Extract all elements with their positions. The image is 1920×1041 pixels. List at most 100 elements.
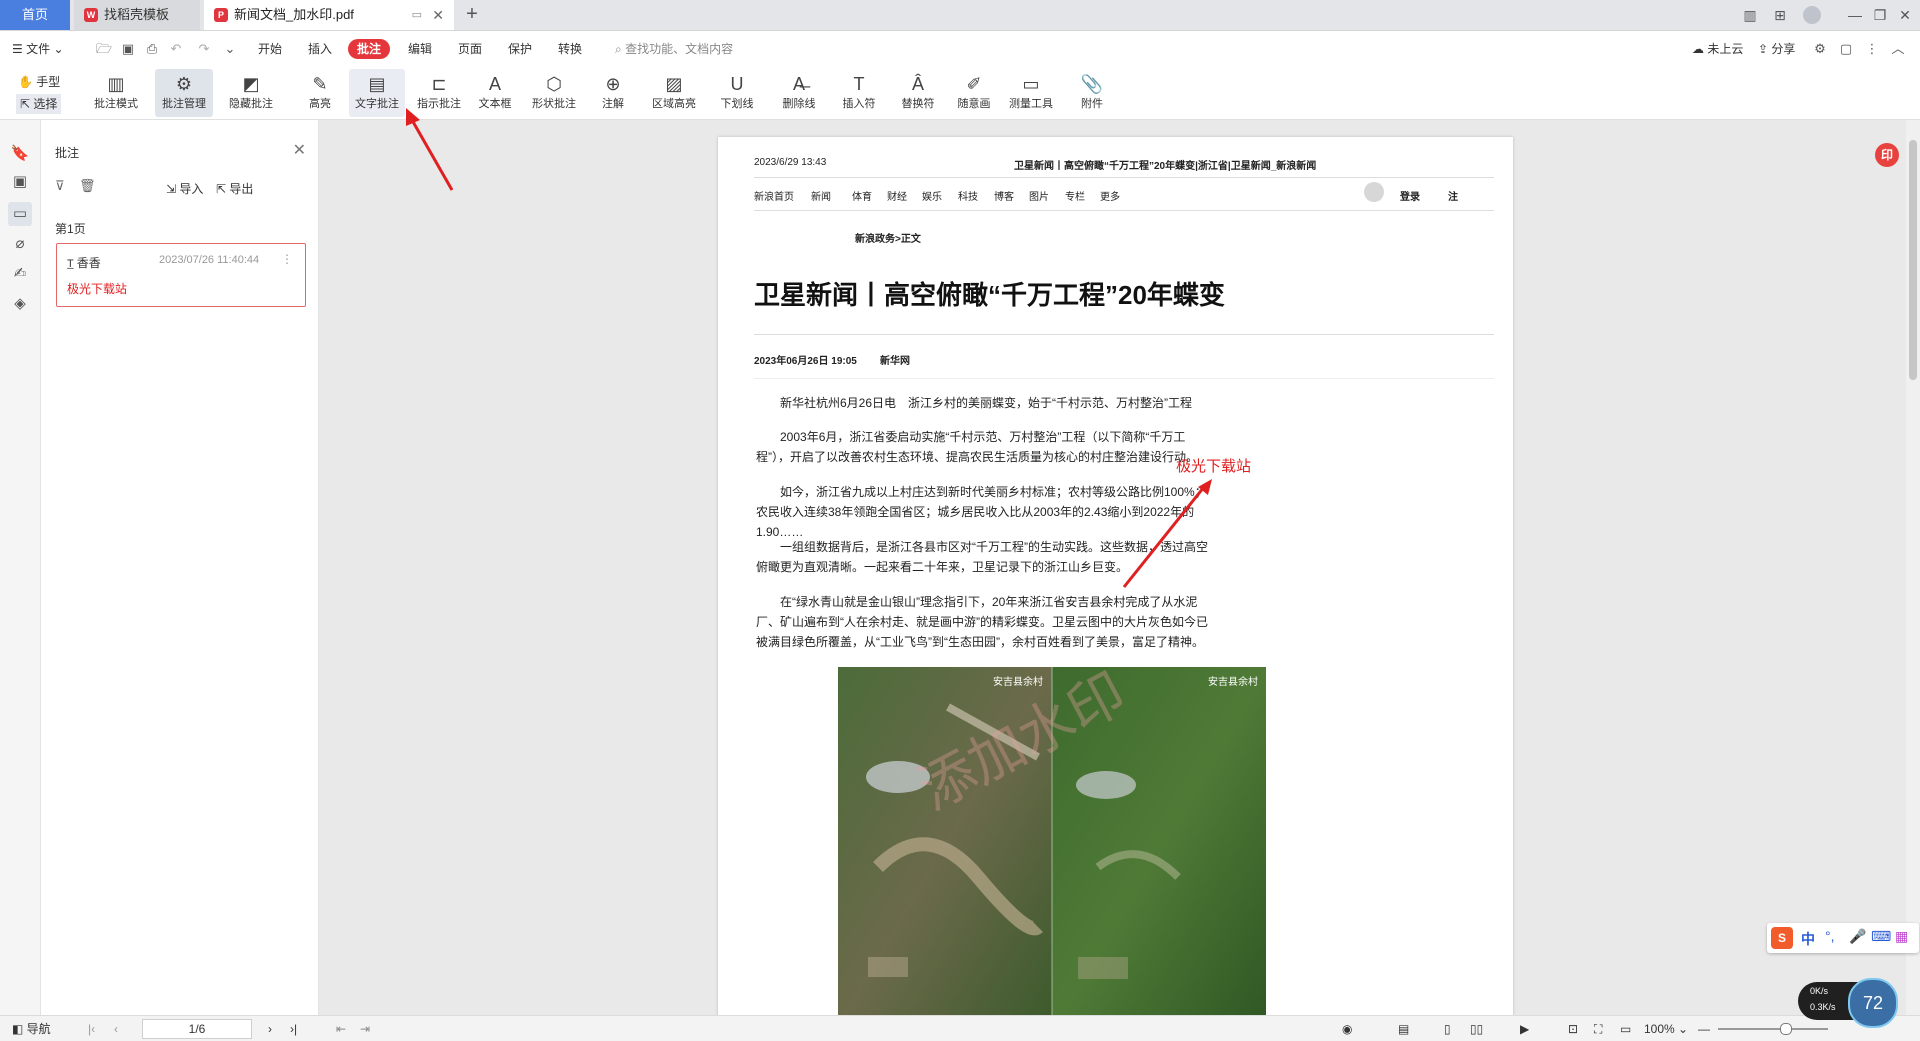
seal-button[interactable]: 印 <box>1875 143 1899 167</box>
textbox-button[interactable]: A 文本框 <box>470 69 520 117</box>
prev-page-icon[interactable]: ‹ <box>114 1020 118 1038</box>
annotation-card[interactable]: T̲ 香香 2023/07/26 11:40:44 ⋮ 极光下载站 <box>56 243 306 307</box>
eye-protect-icon[interactable]: ◉ <box>1342 1020 1352 1038</box>
strikethrough-button[interactable]: A̶ 删除线 <box>774 69 824 117</box>
two-page-icon[interactable]: ▯▯ <box>1470 1020 1483 1038</box>
search-input[interactable]: ⌕ 查找功能、文档内容 <box>615 39 733 59</box>
play-icon[interactable]: ▶ <box>1520 1020 1529 1038</box>
nav-item[interactable]: 专栏 <box>1065 188 1085 203</box>
tab-pin-icon[interactable]: ▭ <box>412 0 422 30</box>
import-button[interactable]: ⇲ 导入 <box>166 180 203 197</box>
fit-page-icon[interactable]: ⛶ <box>1594 1020 1602 1038</box>
zoom-slider-handle[interactable] <box>1780 1023 1792 1035</box>
insert-caret-button[interactable]: T 插入符 <box>834 69 884 117</box>
select-tool[interactable]: ⇱ 选择 <box>16 94 62 114</box>
underline-button[interactable]: U 下划线 <box>712 69 762 117</box>
nav-item[interactable]: 更多 <box>1100 188 1120 203</box>
zoom-slider[interactable] <box>1718 1028 1828 1030</box>
hand-tool[interactable]: ✋ 手型 <box>18 72 60 92</box>
note-button[interactable]: ⊕ 注解 <box>590 69 636 117</box>
share-button[interactable]: ⇪ 分享 <box>1758 39 1795 59</box>
navigation-toggle[interactable]: ◧ 导航 <box>12 1020 51 1038</box>
fit-width-icon[interactable]: ▭ <box>1620 1020 1631 1038</box>
nav-item[interactable]: 新浪首页 <box>754 188 794 203</box>
avatar[interactable] <box>1364 182 1384 202</box>
nav-item[interactable]: 新闻 <box>811 188 831 203</box>
menu-annotate[interactable]: 批注 <box>348 39 391 59</box>
cloud-status[interactable]: ☁ 未上云 <box>1692 39 1743 59</box>
tab-home[interactable]: 首页 <box>0 0 70 30</box>
register-link[interactable]: 注 <box>1448 188 1458 203</box>
open-folder-icon[interactable]: 🗁 <box>96 41 112 57</box>
filter-icon[interactable]: ⊽ <box>55 178 65 194</box>
signature-icon[interactable]: ✍ <box>8 262 32 286</box>
hide-annotation-button[interactable]: ◩ 隐藏批注 <box>222 69 280 117</box>
replace-caret-button[interactable]: Â 替换符 <box>892 69 944 117</box>
skin-icon[interactable]: ▦ <box>1895 928 1908 945</box>
more-icon[interactable]: ⋮ <box>281 252 293 266</box>
avatar[interactable] <box>1797 0 1827 30</box>
menu-insert[interactable]: 插入 <box>308 39 332 59</box>
zoom-select[interactable]: 100% ⌄ <box>1644 1020 1688 1038</box>
more-icon[interactable]: ⋮ <box>1864 41 1880 57</box>
zoom-out-icon[interactable]: — <box>1698 1020 1710 1038</box>
nav-item[interactable]: 科技 <box>958 188 978 203</box>
quick-access-dropdown-icon[interactable]: ⌄ <box>222 41 238 57</box>
scrollbar-thumb[interactable] <box>1909 140 1917 380</box>
collapse-ribbon-icon[interactable]: ︿ <box>1890 41 1906 57</box>
window-close-icon[interactable]: ✕ <box>1890 0 1920 30</box>
highlight-button[interactable]: ✎ 高亮 <box>296 69 344 117</box>
comment-icon[interactable]: ▢ <box>1838 41 1854 57</box>
punctuation-icon[interactable]: °, <box>1825 928 1835 944</box>
actual-size-icon[interactable]: ⊡ <box>1568 1020 1578 1038</box>
next-page-icon[interactable]: › <box>268 1020 272 1038</box>
microphone-icon[interactable]: 🎤 <box>1849 928 1866 945</box>
continuous-page-icon[interactable]: ▯ <box>1444 1020 1451 1038</box>
shape-annotation-button[interactable]: ⬡ 形状批注 <box>524 69 584 117</box>
first-page-icon[interactable]: |‹ <box>88 1020 95 1038</box>
text-annotation-button[interactable]: ▤ 文字批注 <box>349 69 405 117</box>
attachment-panel-icon[interactable]: ⌀ <box>8 232 32 256</box>
menu-protect[interactable]: 保护 <box>508 39 532 59</box>
freehand-button[interactable]: ✐ 随意画 <box>952 69 996 117</box>
annotation-manage-button[interactable]: ⚙ 批注管理 <box>155 69 213 117</box>
nav-item[interactable]: 财经 <box>887 188 907 203</box>
nav-item[interactable]: 图片 <box>1029 188 1049 203</box>
bookmark-icon[interactable]: 🔖 <box>8 142 32 166</box>
ime-mode[interactable]: 中 <box>1801 929 1815 949</box>
measure-tool-button[interactable]: ▭ 测量工具 <box>1004 69 1058 117</box>
nav-item[interactable]: 博客 <box>994 188 1014 203</box>
vertical-scrollbar[interactable] <box>1906 120 1920 1015</box>
delete-icon[interactable]: 🗑 <box>79 178 96 194</box>
redo-icon[interactable]: ↷ <box>196 41 212 57</box>
last-page-icon[interactable]: ›| <box>290 1020 297 1038</box>
menu-edit[interactable]: 编辑 <box>408 39 432 59</box>
forward-icon[interactable]: ⇥ <box>360 1020 370 1038</box>
tab-document[interactable]: P 新闻文档_加水印.pdf ▭ ✕ <box>204 0 454 30</box>
grid-apps-icon[interactable]: ⊞ <box>1765 0 1795 30</box>
attachment-button[interactable]: 📎 附件 <box>1070 69 1114 117</box>
new-tab-button[interactable]: + <box>462 0 482 30</box>
export-button[interactable]: ⇱ 导出 <box>216 180 253 197</box>
login-link[interactable]: 登录 <box>1400 188 1420 203</box>
nav-item[interactable]: 体育 <box>852 188 872 203</box>
annotation-panel-icon[interactable]: ▭ <box>8 202 32 226</box>
settings-icon[interactable]: ⚙ <box>1812 41 1828 57</box>
area-highlight-button[interactable]: ▨ 区域高亮 <box>643 69 705 117</box>
back-icon[interactable]: ⇤ <box>336 1020 346 1038</box>
panel-close-icon[interactable]: ✕ <box>293 140 306 160</box>
annotation-mode-button[interactable]: ▥ 批注模式 <box>88 69 144 117</box>
menu-convert[interactable]: 转换 <box>558 39 582 59</box>
thumbnail-icon[interactable]: ▣ <box>8 170 32 194</box>
single-page-icon[interactable]: ▤ <box>1398 1020 1409 1038</box>
tab-template[interactable]: W 找稻壳模板 <box>74 0 200 30</box>
menu-page[interactable]: 页面 <box>458 39 482 59</box>
nav-item[interactable]: 娱乐 <box>922 188 942 203</box>
layout-toggle-icon[interactable]: ▥ <box>1735 0 1765 30</box>
ime-toolbar[interactable]: S 中 °, 🎤 ⌨ ▦ <box>1767 923 1919 953</box>
keyboard-icon[interactable]: ⌨ <box>1871 928 1891 945</box>
layers-icon[interactable]: ◈ <box>8 292 32 316</box>
print-icon[interactable]: ⎙ <box>144 41 160 57</box>
tab-close-icon[interactable]: ✕ <box>432 0 444 30</box>
menu-start[interactable]: 开始 <box>258 39 282 59</box>
